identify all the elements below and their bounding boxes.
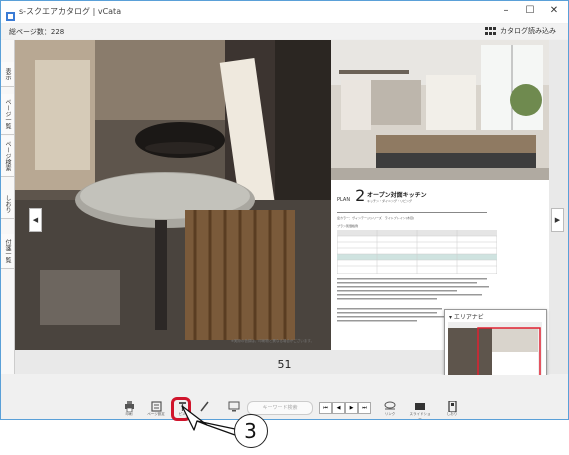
- plan-heading: PLAN 2: [337, 186, 365, 205]
- plan-number: 2: [355, 186, 366, 205]
- page-setup-icon: [150, 401, 162, 412]
- tab-page-list[interactable]: ページ一覧: [1, 94, 14, 135]
- page-footer-note: ※実際の色調は、印刷物と異なる場合がございます。: [231, 339, 315, 343]
- page-setup-button[interactable]: ページ設定: [145, 401, 167, 417]
- maximize-button[interactable]: ☐: [519, 3, 541, 19]
- minimize-button[interactable]: –: [495, 3, 517, 19]
- table-caption: プラン別価格例: [337, 224, 359, 228]
- add-catalog-label: カタログ読み込み: [500, 27, 556, 35]
- next-page-arrow[interactable]: ▶: [551, 208, 564, 232]
- add-catalog-button[interactable]: カタログ読み込み: [485, 26, 556, 36]
- step-callout: 3: [234, 414, 268, 448]
- print-label: 印刷: [125, 412, 133, 416]
- printer-icon: [124, 401, 134, 412]
- slideshow-button[interactable]: スライドショー: [409, 401, 431, 420]
- mouse-cursor-icon: [181, 405, 236, 436]
- price-table: [337, 230, 497, 274]
- side-tab-bar: 表示 ページ一覧 ページ検索 しおり 付箋一覧: [1, 40, 15, 374]
- total-pages-label: 総ページ数：228: [9, 28, 65, 36]
- slideshow-label: スライドショー: [409, 412, 431, 420]
- plan-title: オープン対面キッチン: [367, 192, 427, 199]
- app-icon: [6, 6, 15, 25]
- app-window: s-スクエアカタログ | vCata – ☐ ✕ 総ページ数：228 カタログ読…: [0, 0, 569, 420]
- tab-page-search[interactable]: ページ検索: [1, 136, 14, 177]
- bookmark-button[interactable]: しおり: [441, 401, 463, 417]
- title-bar: s-スクエアカタログ | vCata – ☐ ✕: [1, 1, 568, 23]
- kitchen-photo: [331, 40, 549, 180]
- step-number: 3: [244, 419, 257, 443]
- bookmark-icon: [447, 401, 457, 412]
- tab-display[interactable]: 表示: [1, 62, 14, 87]
- link-button[interactable]: リンク: [379, 401, 401, 417]
- window-title: s-スクエアカタログ | vCata: [19, 7, 122, 16]
- area-navigator-title: ▾ エリアナビ: [449, 314, 484, 321]
- plan-subtitle: キッチン・ダイニング・リビング: [367, 199, 413, 203]
- plan-label: PLAN: [337, 197, 351, 203]
- color-line: 扉カラー：ヴィンテージシリーズ ライトブレイン(木目): [337, 216, 415, 220]
- keyword-search-input[interactable]: キーワード検索: [247, 401, 313, 415]
- tab-bookmarks[interactable]: しおり: [1, 190, 14, 219]
- prev-button[interactable]: ◀: [332, 402, 345, 414]
- left-page-photo: [15, 40, 331, 350]
- bookmark-label: しおり: [446, 412, 458, 416]
- prev-page-arrow[interactable]: ◀: [29, 208, 42, 232]
- notes-text-block-2: [337, 308, 445, 322]
- catalog-grid-icon: [485, 26, 496, 35]
- close-button[interactable]: ✕: [543, 3, 565, 19]
- right-catalog-page: PLAN 2 オープン対面キッチン キッチン・ダイニング・リビング 扉カラー：ヴ…: [331, 40, 549, 350]
- next-button[interactable]: ▶: [345, 402, 358, 414]
- link-label: リンク: [384, 412, 396, 416]
- notes-text-block: [337, 278, 489, 300]
- page-setup-label: ページ設定: [147, 412, 165, 416]
- catalog-viewer: 表示 ページ一覧 ページ検索 しおり 付箋一覧 PLAN 2 オープン対面キッチ…: [1, 40, 568, 393]
- print-button[interactable]: 印刷: [118, 401, 140, 417]
- interior-photo: [15, 40, 331, 350]
- info-bar: 総ページ数：228 カタログ読み込み: [1, 24, 568, 39]
- slideshow-icon: [415, 403, 425, 410]
- tab-sticky-notes[interactable]: 付箋一覧: [1, 234, 14, 269]
- divider: [337, 212, 487, 213]
- last-page-button[interactable]: ⏭: [358, 402, 371, 414]
- link-icon: [384, 401, 396, 410]
- first-page-button[interactable]: ⏮: [319, 402, 332, 414]
